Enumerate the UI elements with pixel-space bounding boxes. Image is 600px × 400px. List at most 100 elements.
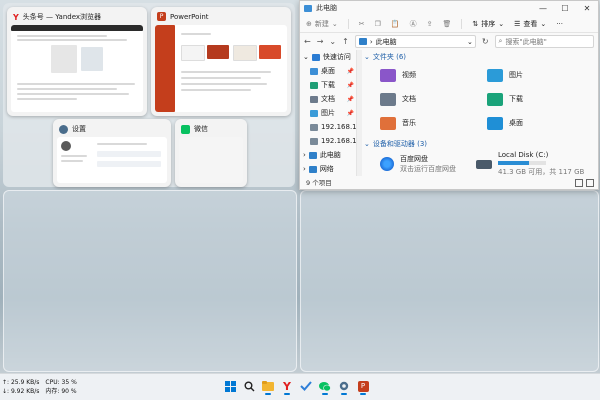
forward-arrow-icon[interactable]: → <box>317 37 324 46</box>
rename-icon[interactable]: Ⓐ <box>410 19 417 29</box>
snap-thumbnail-powerpoint[interactable]: P PowerPoint <box>151 7 291 116</box>
close-button[interactable]: ✕ <box>576 4 598 13</box>
search-icon[interactable] <box>241 377 257 395</box>
chevron-down-icon[interactable]: ⌄ <box>467 38 473 46</box>
maximize-button[interactable]: ☐ <box>554 4 576 13</box>
view-toggle <box>575 179 594 187</box>
folder-label: 文档 <box>402 95 416 103</box>
cut-icon[interactable]: ✂ <box>359 20 365 28</box>
sidebar-item-network[interactable]: › 网络 <box>300 162 356 176</box>
more-options-button[interactable]: ··· <box>556 20 563 28</box>
disk-usage-bar <box>498 161 546 165</box>
folder-label: 图片 <box>509 71 523 79</box>
share-icon[interactable]: ⇪ <box>427 20 433 28</box>
snap-thumbnail-settings[interactable]: 设置 <box>53 119 171 187</box>
toolbar-divider <box>347 18 349 29</box>
device-item-baidu-netdisk[interactable]: 百度网盘 双击运行百度网盘 <box>380 152 456 176</box>
todo-check-icon[interactable] <box>298 377 314 395</box>
explorer-titlebar[interactable]: 此电脑 — ☐ ✕ <box>300 1 598 15</box>
device-label: Local Disk (C:) <box>498 151 549 159</box>
network-cpu-monitor: ↑: 25.9 KB/s CPU: 35 % ↓: 9.92 KB/s 内存: … <box>2 378 77 396</box>
chevron-down-icon: ⌄ <box>498 19 505 28</box>
devices-section-header[interactable]: ⌄ 设备和驱动器 (3) <box>364 139 594 149</box>
address-bar[interactable]: › 此电脑 ⌄ <box>354 35 476 48</box>
paste-icon[interactable]: 📋 <box>391 20 400 28</box>
baidu-netdisk-icon <box>380 157 394 171</box>
sort-button[interactable]: ⇅ 排序 ⌄ <box>472 19 504 29</box>
new-icon: ⊕ <box>306 19 312 28</box>
powerpoint-icon[interactable]: P <box>355 377 371 395</box>
sidebar-item-desktop[interactable]: 桌面 📌 <box>300 64 356 78</box>
folder-item-documents[interactable]: 文档 <box>380 89 487 109</box>
pictures-folder-icon <box>487 68 503 82</box>
sidebar-item-label: 桌面 <box>321 67 335 75</box>
recent-chevron-icon[interactable]: ⌄ <box>329 37 336 46</box>
chevron-right-icon: › <box>303 165 306 173</box>
device-label: 百度网盘 <box>400 155 428 163</box>
sidebar-item-pictures[interactable]: 图片 📌 <box>300 106 356 120</box>
star-icon <box>311 53 320 61</box>
file-explorer-icon[interactable] <box>260 377 276 395</box>
delete-icon[interactable]: 🗑 <box>443 20 452 28</box>
tiles-view-icon[interactable] <box>586 179 594 187</box>
taskbar: ↑: 25.9 KB/s CPU: 35 % ↓: 9.92 KB/s 内存: … <box>0 373 600 400</box>
wechat-icon[interactable] <box>317 377 333 395</box>
sort-label: 排序 <box>481 19 496 28</box>
folder-item-desktop[interactable]: 桌面 <box>487 113 594 133</box>
chevron-down-icon: ⌄ <box>331 19 338 28</box>
new-label: 新建 <box>314 19 329 28</box>
sidebar-item-label: 192.168.1 <box>321 137 356 145</box>
view-button[interactable]: ☰ 查看 ⌄ <box>514 19 546 29</box>
network-drive-icon <box>310 123 318 131</box>
sidebar-item-label: 下载 <box>321 81 335 89</box>
yandex-browser-icon[interactable]: Y <box>279 377 295 395</box>
folder-label: 音乐 <box>402 119 416 127</box>
memory-usage: 内存: 90 % <box>45 388 77 395</box>
snap-slot-bottom-right[interactable] <box>300 190 599 372</box>
computer-icon <box>308 151 317 159</box>
explorer-app-icon <box>304 4 312 12</box>
snap-thumbnail-wechat[interactable]: 微信 <box>175 119 247 187</box>
toolbar-divider <box>461 18 463 29</box>
thumbnail-title: PowerPoint <box>170 12 209 21</box>
sidebar-item-network-drive[interactable]: 192.168.1 📌 <box>300 134 356 148</box>
details-view-icon[interactable] <box>575 179 583 187</box>
sidebar-item-label: 192.168.1 <box>321 123 356 131</box>
sidebar-item-this-pc[interactable]: › 此电脑 <box>300 148 356 162</box>
up-arrow-icon[interactable]: ↑ <box>342 37 349 46</box>
address-path: 此电脑 <box>375 37 397 46</box>
sidebar-item-network-drive[interactable]: 192.168.1 📌 <box>300 120 356 134</box>
snap-thumbnail-yandex[interactable]: Y 头条号 — Yandex浏览器 <box>7 7 147 116</box>
sidebar-item-downloads[interactable]: 下载 📌 <box>300 78 356 92</box>
folder-item-downloads[interactable]: 下载 <box>487 89 594 109</box>
network-icon <box>308 165 317 173</box>
refresh-icon[interactable]: ↻ <box>482 37 489 46</box>
sidebar-item-documents[interactable]: 文档 📌 <box>300 92 356 106</box>
snap-slot-bottom-left[interactable] <box>3 190 297 372</box>
drive-c-icon <box>476 159 492 169</box>
back-arrow-icon[interactable]: ← <box>304 37 311 46</box>
path-chevron-icon: › <box>369 37 373 46</box>
upload-speed: ↑: 25.9 KB/s <box>2 379 40 386</box>
section-title: 文件夹 (6) <box>372 53 407 61</box>
folder-item-videos[interactable]: 视频 <box>380 65 487 85</box>
address-row: ← → ⌄ ↑ › 此电脑 ⌄ ↻ ⌕ 搜索"此电脑" <box>300 33 598 50</box>
folder-label: 桌面 <box>509 119 523 127</box>
sidebar-item-label: 网络 <box>319 165 334 173</box>
folder-item-pictures[interactable]: 图片 <box>487 65 594 85</box>
settings-gear-icon[interactable] <box>336 377 352 395</box>
search-icon: ⌕ <box>498 37 503 45</box>
folders-section-header[interactable]: ⌄ 文件夹 (6) <box>364 52 594 62</box>
chevron-down-icon: ⌄ <box>540 19 547 28</box>
sidebar-item-quick-access[interactable]: ⌄ 快速访问 <box>300 50 356 64</box>
navigation-pane: ⌄ 快速访问 桌面 📌 下载 📌 文档 📌 图片 📌 192.168.1 192… <box>300 50 357 176</box>
navigation-scrollbar[interactable] <box>357 50 362 176</box>
copy-icon[interactable]: ❐ <box>375 20 381 28</box>
folder-item-music[interactable]: 音乐 <box>380 113 487 133</box>
windows-start-icon[interactable] <box>222 377 238 395</box>
search-input[interactable]: ⌕ 搜索"此电脑" <box>494 35 594 48</box>
download-speed: ↓: 9.92 KB/s <box>2 388 40 395</box>
device-item-local-disk-c[interactable]: Local Disk (C:) 41.3 GB 可用，共 117 GB <box>476 151 584 176</box>
new-button[interactable]: ⊕ 新建 ⌄ <box>306 19 338 29</box>
minimize-button[interactable]: — <box>532 4 554 13</box>
